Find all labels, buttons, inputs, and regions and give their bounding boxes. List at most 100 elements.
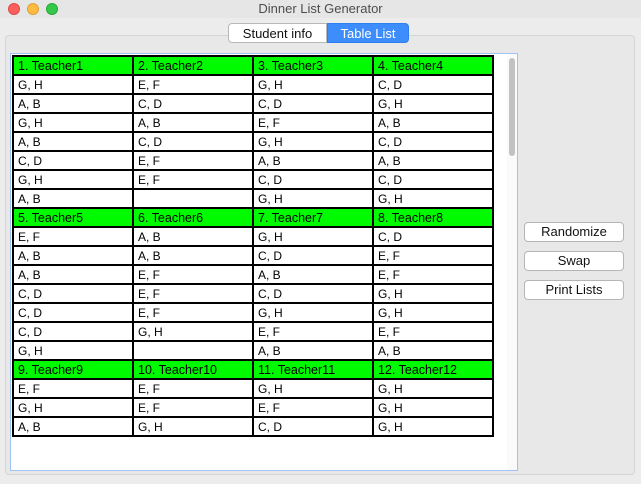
- table-header-cell[interactable]: 2. Teacher2: [132, 55, 254, 76]
- table-cell[interactable]: G, H: [252, 302, 374, 323]
- window-title: Dinner List Generator: [258, 1, 383, 16]
- table-cell[interactable]: C, D: [132, 131, 254, 152]
- table-header-cell[interactable]: 1. Teacher1: [12, 55, 134, 76]
- table-cell[interactable]: A, B: [252, 264, 374, 285]
- table-cell[interactable]: C, D: [12, 150, 134, 171]
- scrollbar-thumb[interactable]: [509, 58, 515, 156]
- table-cell[interactable]: E, F: [132, 397, 254, 418]
- table-cell[interactable]: G, H: [372, 302, 494, 323]
- table-cell[interactable]: C, D: [252, 416, 374, 437]
- table-header-cell[interactable]: 11. Teacher11: [252, 359, 374, 380]
- table-header-cell[interactable]: 10. Teacher10: [132, 359, 254, 380]
- print-lists-button[interactable]: Print Lists: [524, 280, 624, 300]
- table-row: A, B C, D G, H C, D: [12, 131, 494, 152]
- table-cell[interactable]: E, F: [132, 264, 254, 285]
- table-header-cell[interactable]: 7. Teacher7: [252, 207, 374, 228]
- table-cell[interactable]: A, B: [132, 226, 254, 247]
- table-cell[interactable]: E, F: [132, 283, 254, 304]
- table-header-cell[interactable]: 12. Teacher12: [372, 359, 494, 380]
- table-cell[interactable]: C, D: [252, 93, 374, 114]
- table-cell[interactable]: G, H: [252, 226, 374, 247]
- table-cell[interactable]: C, D: [372, 131, 494, 152]
- tab-table-list[interactable]: Table List: [327, 23, 409, 43]
- table-cell[interactable]: E, F: [132, 169, 254, 190]
- table-cell[interactable]: C, D: [132, 93, 254, 114]
- table-cell[interactable]: [132, 340, 254, 361]
- table-cell[interactable]: G, H: [372, 397, 494, 418]
- table-cell[interactable]: E, F: [132, 150, 254, 171]
- table-cell[interactable]: A, B: [372, 112, 494, 133]
- table-cell[interactable]: A, B: [12, 188, 134, 209]
- table-cell[interactable]: E, F: [12, 378, 134, 399]
- table-row: C, D G, H E, F E, F: [12, 321, 494, 342]
- table-cell[interactable]: A, B: [252, 340, 374, 361]
- table-header-cell[interactable]: 5. Teacher5: [12, 207, 134, 228]
- table-cell[interactable]: A, B: [132, 112, 254, 133]
- table-cell[interactable]: G, H: [252, 378, 374, 399]
- vertical-scrollbar[interactable]: [507, 54, 517, 470]
- table-header-cell[interactable]: 4. Teacher4: [372, 55, 494, 76]
- table-cell[interactable]: E, F: [132, 378, 254, 399]
- table-cell[interactable]: A, B: [12, 245, 134, 266]
- table-header-row: 9. Teacher9 10. Teacher10 11. Teacher11 12.…: [12, 359, 494, 380]
- table-header-cell[interactable]: 8. Teacher8: [372, 207, 494, 228]
- table-cell[interactable]: E, F: [12, 226, 134, 247]
- table-cell[interactable]: C, D: [372, 169, 494, 190]
- table-cell[interactable]: G, H: [252, 74, 374, 95]
- table-cell[interactable]: [132, 188, 254, 209]
- table-cell[interactable]: G, H: [12, 169, 134, 190]
- table-cell[interactable]: G, H: [372, 93, 494, 114]
- table-cell[interactable]: G, H: [252, 131, 374, 152]
- table-cell[interactable]: A, B: [372, 340, 494, 361]
- table-row: C, D E, F G, H G, H: [12, 302, 494, 323]
- table-cell[interactable]: G, H: [12, 112, 134, 133]
- table-list-scroll-pane[interactable]: 1. Teacher1 2. Teacher2 3. Teacher3 4. Teac…: [10, 53, 518, 471]
- table-cell[interactable]: C, D: [252, 245, 374, 266]
- table-cell[interactable]: E, F: [132, 74, 254, 95]
- table-cell[interactable]: G, H: [372, 416, 494, 437]
- table-cell[interactable]: E, F: [252, 112, 374, 133]
- table-cell[interactable]: G, H: [132, 416, 254, 437]
- table-cell[interactable]: C, D: [12, 302, 134, 323]
- table-header-cell[interactable]: 6. Teacher6: [132, 207, 254, 228]
- table-cell[interactable]: G, H: [132, 321, 254, 342]
- table-row: C, D E, F C, D G, H: [12, 283, 494, 304]
- table-cell[interactable]: C, D: [252, 283, 374, 304]
- table-cell[interactable]: A, B: [12, 416, 134, 437]
- table-cell[interactable]: A, B: [252, 150, 374, 171]
- table-cell[interactable]: G, H: [372, 378, 494, 399]
- table-cell[interactable]: C, D: [12, 283, 134, 304]
- table-cell[interactable]: E, F: [372, 264, 494, 285]
- table-cell[interactable]: E, F: [252, 321, 374, 342]
- table-cell[interactable]: G, H: [372, 188, 494, 209]
- table-row: G, H E, F C, D C, D: [12, 169, 494, 190]
- table-header-cell[interactable]: 3. Teacher3: [252, 55, 374, 76]
- table-row: A, B G, H G, H: [12, 188, 494, 209]
- tab-bar: Student info Table List: [228, 23, 409, 43]
- table-cell[interactable]: E, F: [132, 302, 254, 323]
- table-cell[interactable]: A, B: [372, 150, 494, 171]
- table-row: C, D E, F A, B A, B: [12, 150, 494, 171]
- table-header-cell[interactable]: 9. Teacher9: [12, 359, 134, 380]
- table-cell[interactable]: G, H: [12, 340, 134, 361]
- tab-student-info[interactable]: Student info: [228, 23, 327, 43]
- table-row: G, H A, B E, F A, B: [12, 112, 494, 133]
- table-cell[interactable]: C, D: [252, 169, 374, 190]
- table-cell[interactable]: G, H: [252, 188, 374, 209]
- table-cell[interactable]: C, D: [372, 74, 494, 95]
- swap-button[interactable]: Swap: [524, 251, 624, 271]
- randomize-button[interactable]: Randomize: [524, 222, 624, 242]
- table-cell[interactable]: A, B: [132, 245, 254, 266]
- table-cell[interactable]: E, F: [372, 245, 494, 266]
- table-cell[interactable]: G, H: [12, 397, 134, 418]
- table-cell[interactable]: G, H: [12, 74, 134, 95]
- table-cell[interactable]: A, B: [12, 131, 134, 152]
- table-cell[interactable]: C, D: [372, 226, 494, 247]
- table-cell[interactable]: C, D: [12, 321, 134, 342]
- table-cell[interactable]: A, B: [12, 93, 134, 114]
- table-cell[interactable]: A, B: [12, 264, 134, 285]
- table-cell[interactable]: E, F: [252, 397, 374, 418]
- title-bar: Dinner List Generator: [0, 0, 641, 18]
- table-cell[interactable]: E, F: [372, 321, 494, 342]
- table-cell[interactable]: G, H: [372, 283, 494, 304]
